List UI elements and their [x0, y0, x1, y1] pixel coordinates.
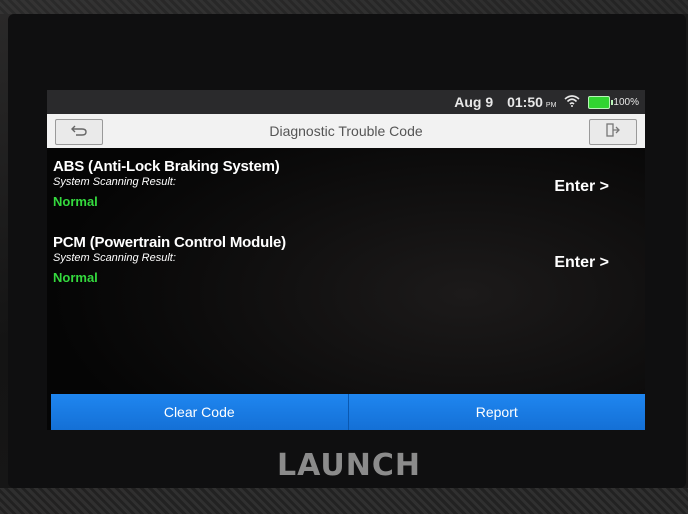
battery-icon — [588, 95, 614, 109]
scan-status: Normal — [53, 270, 98, 285]
exit-button[interactable] — [589, 119, 637, 145]
wifi-icon — [564, 94, 580, 110]
status-ampm: PM — [545, 101, 557, 109]
scan-status: Normal — [53, 194, 98, 209]
status-bar: Aug 9 01:50 PM 100% — [47, 90, 645, 114]
device-screen: Aug 9 01:50 PM 100% Diagnostic Trouble C… — [47, 90, 645, 430]
exit-icon — [606, 122, 620, 142]
scan-result-label: System Scanning Result: — [53, 176, 176, 188]
report-button[interactable]: Report — [348, 394, 645, 430]
title-bar: Diagnostic Trouble Code — [47, 114, 645, 148]
page-title: Diagnostic Trouble Code — [269, 123, 423, 139]
enter-button-pcm[interactable]: Enter > — [554, 254, 609, 272]
enter-button-abs[interactable]: Enter > — [554, 178, 609, 196]
battery-percent: 100% — [613, 96, 639, 108]
status-time: 01:50 — [507, 94, 543, 110]
clear-code-button[interactable]: Clear Code — [51, 394, 349, 430]
back-arrow-icon — [70, 123, 88, 141]
action-bar: Clear Code Report — [51, 394, 645, 430]
system-item-abs[interactable]: ABS (Anti-Lock Braking System) System Sc… — [53, 158, 639, 209]
status-date: Aug 9 — [454, 94, 494, 110]
back-button[interactable] — [55, 119, 103, 145]
system-item-pcm[interactable]: PCM (Powertrain Control Module) System S… — [53, 234, 639, 285]
scan-result-label: System Scanning Result: — [53, 252, 176, 264]
system-name: PCM (Powertrain Control Module) — [53, 234, 286, 251]
device-frame-texture — [0, 0, 688, 14]
device-frame-texture-bottom — [0, 488, 688, 514]
brand-logo: LAUNCH — [276, 448, 421, 483]
system-name: ABS (Anti-Lock Braking System) — [53, 158, 280, 175]
